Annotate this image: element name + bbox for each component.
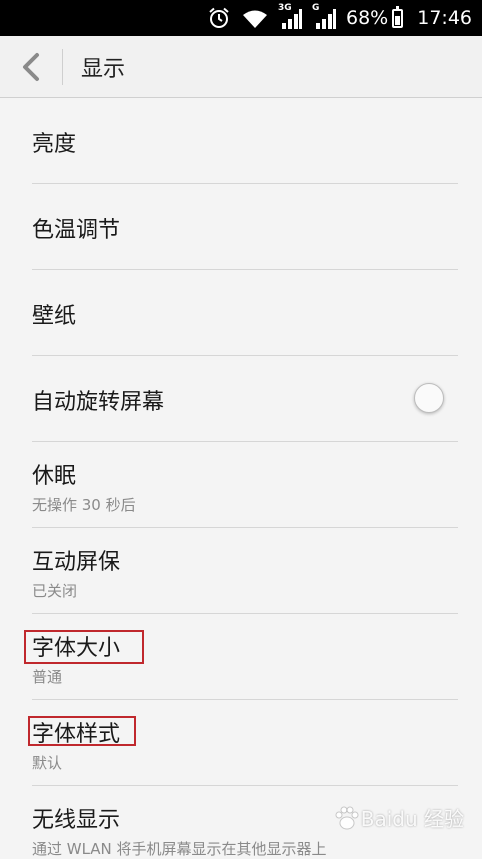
watermark-text: Baidu 经验 [360, 807, 464, 831]
network-type-label: G [312, 3, 320, 13]
wifi-icon [242, 7, 268, 29]
setting-wallpaper[interactable]: 壁纸 [32, 270, 458, 356]
setting-brightness[interactable]: 亮度 [32, 98, 458, 184]
clock: 17:46 [417, 7, 472, 29]
setting-subtitle: 无操作 30 秒后 [32, 496, 136, 514]
setting-title: 字体大小 [32, 636, 121, 661]
network-type-label: 3G [278, 3, 292, 13]
setting-sleep[interactable]: 休眠 无操作 30 秒后 [32, 442, 458, 528]
signal-g-icon: G [312, 3, 336, 29]
setting-title: 亮度 [32, 132, 77, 157]
battery-icon [392, 5, 404, 28]
battery-fill [395, 15, 401, 25]
chevron-left-icon [23, 52, 39, 81]
setting-title: 休眠 [32, 464, 77, 489]
baidu-watermark: Baidu 经验 [333, 803, 464, 832]
setting-title: 字体样式 [32, 722, 121, 747]
status-bar: 3G G 68% 17:46 [0, 0, 482, 36]
signal-3g-icon: 3G [278, 3, 302, 29]
setting-font-style[interactable]: 字体样式 默认 [28, 700, 458, 786]
setting-title: 色温调节 [32, 218, 121, 243]
setting-color-temperature[interactable]: 色温调节 [32, 184, 458, 270]
setting-subtitle: 普通 [32, 668, 63, 686]
paw-icon [335, 806, 359, 829]
setting-auto-rotate[interactable]: 自动旋转屏幕 [32, 356, 458, 442]
setting-font-size[interactable]: 字体大小 普通 [24, 614, 458, 700]
auto-rotate-toggle[interactable] [414, 383, 444, 413]
battery-percent: 68% [346, 7, 389, 29]
setting-title: 自动旋转屏幕 [32, 390, 165, 415]
setting-daydream[interactable]: 互动屏保 已关闭 [32, 528, 458, 614]
setting-subtitle: 默认 [32, 754, 63, 772]
setting-subtitle: 已关闭 [32, 582, 78, 600]
setting-subtitle: 通过 WLAN 将手机屏幕显示在其他显示器上 [32, 840, 327, 858]
settings-list: 亮度 色温调节 壁纸 自动旋转屏幕 休眠 无操作 30 秒后 互动屏保 已关闭 … [0, 98, 482, 858]
page-title: 显示 [81, 56, 126, 82]
setting-title: 互动屏保 [32, 550, 121, 575]
header-divider [62, 48, 63, 85]
alarm-icon [208, 7, 230, 29]
back-button[interactable] [0, 36, 62, 98]
action-bar: 显示 [0, 36, 482, 98]
setting-title: 无线显示 [32, 808, 121, 833]
setting-title: 壁纸 [32, 304, 77, 329]
